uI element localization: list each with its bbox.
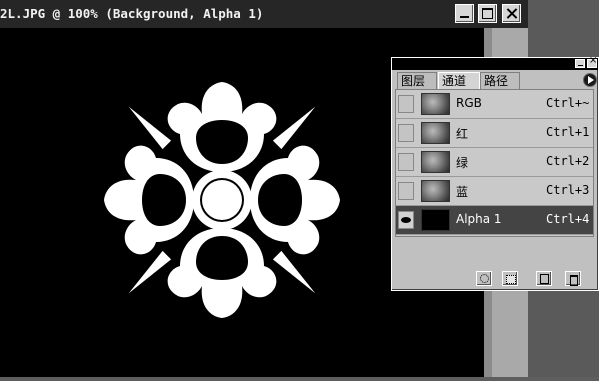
channel-shortcut: Ctrl+2 bbox=[546, 154, 590, 168]
center-dot bbox=[202, 180, 242, 220]
visibility-toggle[interactable] bbox=[398, 124, 414, 142]
close-button[interactable] bbox=[502, 4, 521, 23]
channel-thumbnail bbox=[421, 93, 450, 115]
maximize-button[interactable] bbox=[478, 4, 497, 23]
channel-name: 蓝 bbox=[456, 185, 469, 199]
channel-thumbnail bbox=[421, 209, 450, 231]
channel-name: Alpha 1 bbox=[456, 212, 502, 226]
trash-icon[interactable] bbox=[565, 271, 581, 286]
new-channel-icon[interactable] bbox=[536, 271, 552, 286]
tab-channels[interactable]: 通道 bbox=[438, 72, 480, 89]
palette-tabs: 图层 通道 路径 bbox=[395, 72, 595, 89]
tab-paths[interactable]: 路径 bbox=[480, 72, 520, 89]
channel-shortcut: Ctrl+3 bbox=[546, 183, 590, 197]
channel-row-green[interactable]: 绿 Ctrl+2 bbox=[396, 148, 593, 177]
channel-row-blue[interactable]: 蓝 Ctrl+3 bbox=[396, 177, 593, 206]
palette-menu-icon[interactable] bbox=[583, 73, 597, 87]
eye-icon[interactable] bbox=[398, 211, 414, 229]
tab-layers[interactable]: 图层 bbox=[397, 72, 437, 89]
channel-thumbnail bbox=[421, 180, 450, 202]
visibility-toggle[interactable] bbox=[398, 182, 414, 200]
document-title: 2L.JPG @ 100% (Background, Alpha 1) bbox=[0, 6, 264, 21]
channel-name: RGB bbox=[456, 96, 482, 110]
channel-thumbnail bbox=[421, 122, 450, 144]
channel-shortcut: Ctrl+4 bbox=[546, 212, 590, 226]
load-selection-icon[interactable] bbox=[476, 271, 492, 286]
visibility-toggle[interactable] bbox=[398, 153, 414, 171]
minimize-button[interactable] bbox=[455, 4, 474, 23]
palette-close-button[interactable] bbox=[587, 55, 597, 68]
palette-bottom-bar bbox=[395, 270, 594, 288]
channel-name: 绿 bbox=[456, 156, 469, 170]
palette-minimize-button[interactable] bbox=[575, 59, 585, 68]
channel-shortcut: Ctrl+1 bbox=[546, 125, 590, 139]
channel-list: RGB Ctrl+~ 红 Ctrl+1 绿 Ctrl+2 蓝 Ctrl+3 Al… bbox=[395, 89, 594, 237]
visibility-toggle[interactable] bbox=[398, 95, 414, 113]
channels-palette[interactable]: 图层 通道 路径 RGB Ctrl+~ 红 Ctrl+1 绿 Ctrl+2 蓝 … bbox=[391, 55, 599, 291]
channel-shortcut: Ctrl+~ bbox=[546, 96, 590, 110]
channel-name: 红 bbox=[456, 127, 469, 141]
save-selection-icon[interactable] bbox=[502, 271, 518, 286]
palette-titlebar[interactable] bbox=[392, 55, 598, 70]
channel-row-rgb[interactable]: RGB Ctrl+~ bbox=[396, 90, 593, 119]
channel-thumbnail bbox=[421, 151, 450, 173]
channel-row-red[interactable]: 红 Ctrl+1 bbox=[396, 119, 593, 148]
channel-row-alpha-1[interactable]: Alpha 1 Ctrl+4 bbox=[396, 206, 593, 235]
document-titlebar[interactable]: 2L.JPG @ 100% (Background, Alpha 1) bbox=[0, 0, 528, 28]
